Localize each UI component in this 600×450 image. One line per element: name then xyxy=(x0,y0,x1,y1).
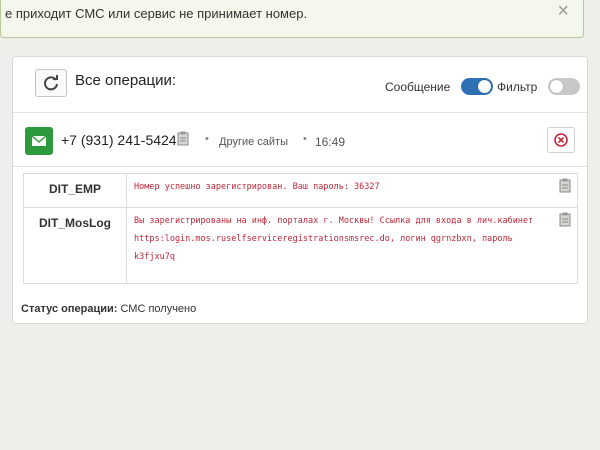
message-body: Вы зарегистрированы на инф. порталах г. … xyxy=(126,207,578,284)
operation-time: 16:49 xyxy=(315,135,346,149)
notice-text: е приходит СМС или сервис не принимает н… xyxy=(5,6,308,21)
message-text[interactable]: Вы зарегистрированы на инф. порталах г. … xyxy=(134,216,533,262)
toggle-knob xyxy=(478,80,491,93)
table-row: DIT_EMP Номер успешно зарегистрирован. В… xyxy=(23,173,578,208)
message-text[interactable]: Номер успешно зарегистрирован. Ваш парол… xyxy=(134,182,380,192)
messages-table: DIT_EMP Номер успешно зарегистрирован. В… xyxy=(23,173,578,284)
close-circle-icon xyxy=(554,133,568,147)
status-label: Статус операции: xyxy=(21,303,118,315)
copy-phone-icon[interactable] xyxy=(177,131,189,151)
message-body: Номер успешно зарегистрирован. Ваш парол… xyxy=(126,173,578,208)
copy-message-icon[interactable] xyxy=(559,178,571,200)
envelope-icon xyxy=(31,135,47,146)
message-sender: DIT_EMP xyxy=(23,173,127,208)
sms-icon xyxy=(25,127,53,155)
operations-panel: Все операции: Сообщение Фильтр +7 (931) … xyxy=(12,56,588,324)
table-row: DIT_MosLog Вы зарегистрированы на инф. п… xyxy=(23,207,578,284)
filter-toggle[interactable] xyxy=(548,78,580,95)
message-toggle-label: Сообщение xyxy=(385,80,451,94)
refresh-button[interactable] xyxy=(35,69,67,97)
copy-message-icon[interactable] xyxy=(559,212,571,234)
separator-dot: • xyxy=(303,133,307,145)
status-value: СМС получено xyxy=(120,303,197,315)
message-sender: DIT_MosLog xyxy=(23,207,127,284)
message-toggle[interactable] xyxy=(461,78,493,95)
refresh-icon xyxy=(44,75,58,91)
operation-header: +7 (931) 241-5424 • Другие сайты • 16:49 xyxy=(13,115,587,167)
separator-dot: • xyxy=(205,133,209,145)
notice-banner: е приходит СМС или сервис не принимает н… xyxy=(0,0,584,38)
operations-header: Все операции: Сообщение Фильтр xyxy=(13,57,587,113)
notice-close-icon[interactable]: × xyxy=(557,1,569,21)
filter-toggle-label: Фильтр xyxy=(497,80,538,94)
operations-title: Все операции: xyxy=(75,72,177,89)
operation-status: Статус операции: СМС получено xyxy=(21,303,196,315)
service-source: Другие сайты xyxy=(219,136,288,148)
cancel-operation-button[interactable] xyxy=(547,127,575,153)
phone-number[interactable]: +7 (931) 241-5424 xyxy=(61,132,177,148)
toggle-knob xyxy=(550,80,563,93)
